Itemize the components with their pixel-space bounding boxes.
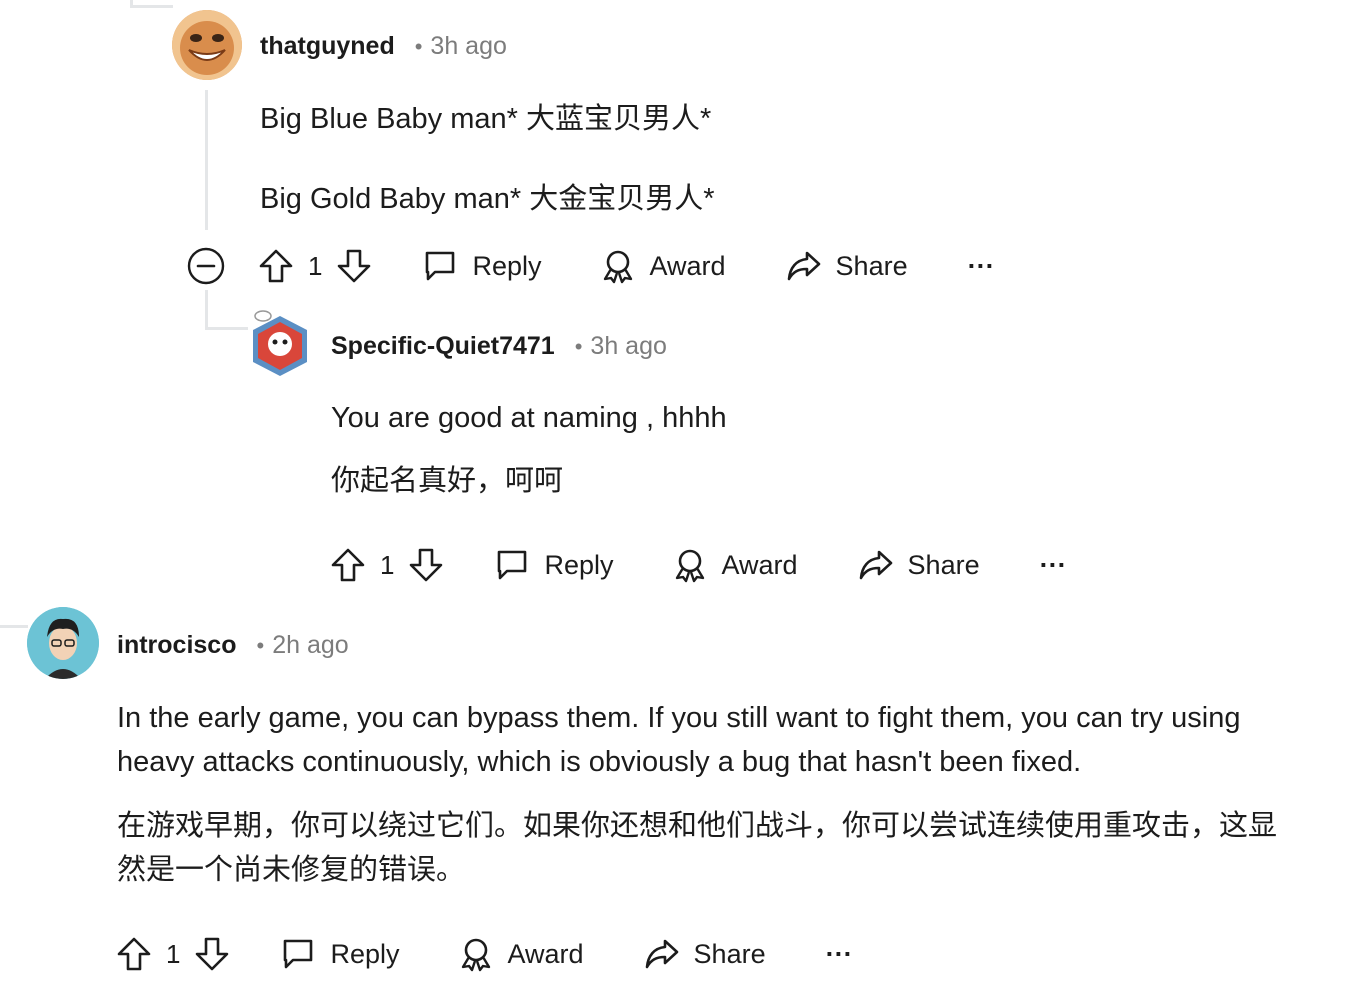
reply-button[interactable]: Reply xyxy=(280,936,400,972)
award-label: Award xyxy=(649,250,726,281)
avatar[interactable] xyxy=(247,308,313,380)
thread-line xyxy=(0,625,28,628)
comment-text-line: 在游戏早期，你可以绕过它们。如果你还想和他们战斗，你可以尝试连续使用重攻击，这显… xyxy=(117,810,1278,886)
username[interactable]: introcisco xyxy=(117,631,236,660)
vote-count: 1 xyxy=(308,250,323,281)
more-options-button[interactable]: ··· xyxy=(968,251,995,282)
thread-line xyxy=(205,90,208,230)
more-options-button[interactable]: ··· xyxy=(1040,550,1067,581)
collapse-icon[interactable] xyxy=(186,246,226,286)
reply-label: Reply xyxy=(330,938,400,969)
thread-line xyxy=(205,290,208,330)
reply-label: Reply xyxy=(544,549,614,580)
upvote-icon[interactable] xyxy=(116,936,152,972)
comment-actions: 1 Reply Award Share ··· xyxy=(330,543,1067,587)
reply-button[interactable]: Reply xyxy=(494,547,614,583)
share-icon xyxy=(786,248,822,284)
comment-text-line: Big Blue Baby man* 大蓝宝贝男人* xyxy=(260,103,712,135)
more-options-button[interactable]: ··· xyxy=(826,939,853,970)
timestamp[interactable]: 2h ago xyxy=(272,631,348,660)
award-label: Award xyxy=(721,549,798,580)
comment-text-line: You are good at naming , hhhh xyxy=(331,402,727,434)
comment-meta: thatguyned • 3h ago xyxy=(260,32,507,61)
award-button[interactable]: Award xyxy=(672,547,798,583)
share-button[interactable]: Share xyxy=(786,248,908,284)
downvote-icon[interactable] xyxy=(336,248,372,284)
comment-actions: 1 Reply Award Share ··· xyxy=(116,932,853,976)
timestamp[interactable]: 3h ago xyxy=(430,32,506,61)
award-icon xyxy=(672,547,708,583)
reply-icon xyxy=(280,936,316,972)
thread-line xyxy=(208,327,248,330)
share-label: Share xyxy=(835,250,908,281)
thread-line xyxy=(133,5,173,8)
downvote-icon[interactable] xyxy=(194,936,230,972)
comment-text-line: Big Gold Baby man* 大金宝贝男人* xyxy=(260,183,715,215)
comment-text-line: In the early game, you can bypass them. … xyxy=(117,702,1241,778)
share-icon xyxy=(644,936,680,972)
award-button[interactable]: Award xyxy=(600,248,726,284)
username[interactable]: thatguyned xyxy=(260,32,395,61)
award-icon xyxy=(458,936,494,972)
timestamp[interactable]: 3h ago xyxy=(590,332,666,361)
comment-actions: 1 Reply Award Share ··· xyxy=(186,244,995,288)
share-button[interactable]: Share xyxy=(858,547,980,583)
reply-button[interactable]: Reply xyxy=(422,248,542,284)
share-label: Share xyxy=(907,549,980,580)
comment-meta: Specific-Quiet7471 • 3h ago xyxy=(331,332,667,361)
username[interactable]: Specific-Quiet7471 xyxy=(331,332,555,361)
meta-separator: • xyxy=(574,334,583,359)
share-icon xyxy=(858,547,894,583)
upvote-icon[interactable] xyxy=(330,547,366,583)
vote-count: 1 xyxy=(380,549,395,580)
award-icon xyxy=(600,248,636,284)
reply-icon xyxy=(422,248,458,284)
meta-separator: • xyxy=(414,34,423,59)
share-label: Share xyxy=(693,938,766,969)
comment-text-line: 你起名真好，呵呵 xyxy=(331,465,564,497)
share-button[interactable]: Share xyxy=(644,936,766,972)
reply-icon xyxy=(494,547,530,583)
vote-count: 1 xyxy=(166,938,181,969)
comment-meta: introcisco • 2h ago xyxy=(117,631,349,660)
award-label: Award xyxy=(507,938,584,969)
meta-separator: • xyxy=(256,633,265,658)
reply-label: Reply xyxy=(472,250,542,281)
downvote-icon[interactable] xyxy=(408,547,444,583)
avatar[interactable] xyxy=(172,10,242,80)
avatar[interactable] xyxy=(27,607,99,679)
award-button[interactable]: Award xyxy=(458,936,584,972)
upvote-icon[interactable] xyxy=(258,248,294,284)
